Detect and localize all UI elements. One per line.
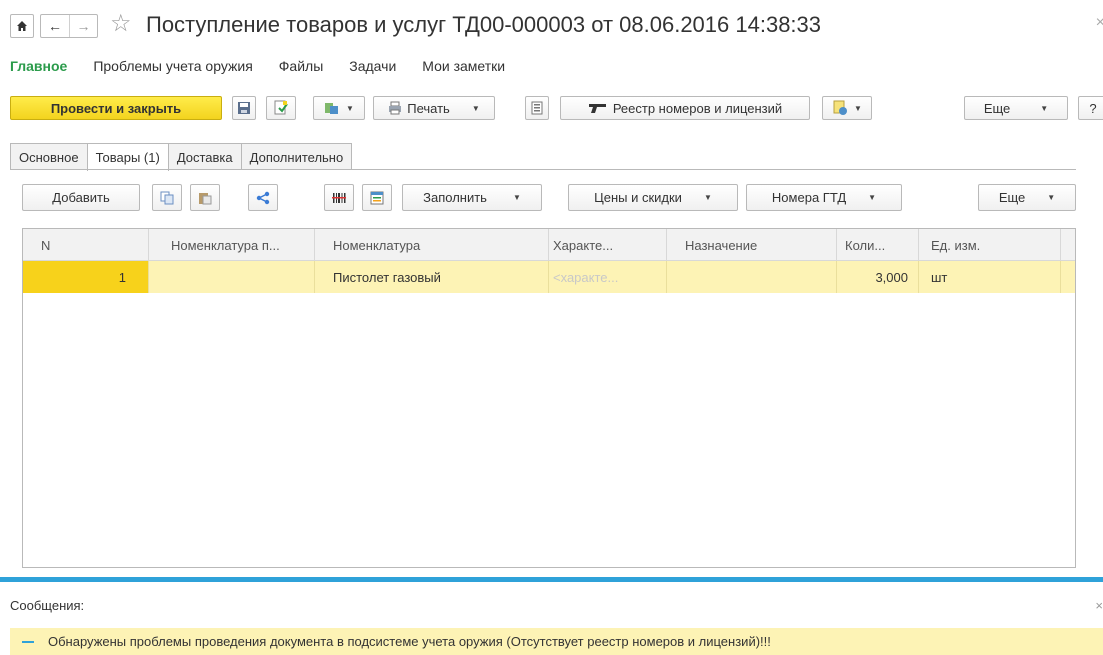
paste-icon [199, 192, 212, 204]
chevron-down-icon: ▼ [471, 103, 480, 113]
help-button[interactable]: ? [1078, 96, 1103, 120]
print-button[interactable]: Печать ▼ [373, 96, 495, 120]
post-document-icon [274, 100, 288, 115]
column-header-quantity[interactable]: Коли... [837, 229, 919, 261]
registry-button[interactable]: Реестр номеров и лицензий [560, 96, 810, 120]
fill-label: Заполнить [423, 190, 487, 205]
cell-purpose[interactable] [667, 261, 837, 293]
cell-unit[interactable]: шт [919, 261, 1061, 293]
cell-characteristic[interactable]: <характе... [549, 261, 667, 293]
prices-discounts-button[interactable]: Цены и скидки ▼ [568, 184, 738, 211]
more-button[interactable]: Еще ▼ [964, 96, 1068, 120]
message-text: Обнаружены проблемы проведения документа… [48, 634, 771, 649]
goods-more-label: Еще [998, 190, 1026, 205]
chevron-down-icon: ▼ [1047, 193, 1056, 202]
share-button[interactable] [248, 184, 278, 211]
section-main[interactable]: Главное [10, 58, 67, 74]
print-label: Печать [407, 100, 450, 116]
home-icon [17, 21, 27, 31]
close-icon[interactable]: × [1096, 14, 1103, 32]
attachment-icon [833, 100, 848, 115]
pistol-icon [588, 104, 606, 113]
form-tabs: Основное Товары (1) Доставка Дополнитель… [10, 143, 353, 171]
cell-quantity[interactable]: 3,000 [837, 261, 919, 293]
registry-label: Реестр номеров и лицензий [612, 100, 783, 116]
chevron-down-icon: ▼ [346, 103, 354, 113]
column-header-purpose[interactable]: Назначение [667, 229, 837, 261]
copy-icon [160, 191, 174, 204]
add-row-button[interactable]: Добавить [22, 184, 140, 211]
gtd-label: Номера ГТД [771, 190, 847, 205]
printer-icon [389, 101, 402, 115]
section-files[interactable]: Файлы [279, 58, 323, 74]
arrow-left-icon: ← [47, 18, 62, 34]
list-icon [531, 101, 543, 115]
create-based-icon [325, 103, 339, 114]
messages-splitter[interactable] [0, 577, 1103, 582]
tab-additional[interactable]: Дополнительно [240, 143, 353, 170]
section-tasks[interactable]: Задачи [349, 58, 396, 74]
share-icon [256, 191, 270, 204]
floppy-icon [238, 102, 250, 114]
chevron-down-icon: ▼ [854, 103, 862, 113]
barcode-button[interactable] [324, 184, 354, 211]
history-nav: ← → [40, 14, 98, 38]
star-icon[interactable]: ☆ [110, 10, 132, 38]
table-row[interactable]: 1 Пистолет газовый <характе... 3,000 шт [23, 261, 1075, 293]
attachments-button[interactable]: ▼ [822, 96, 872, 120]
chevron-down-icon: ▼ [868, 193, 877, 202]
home-button[interactable] [10, 14, 34, 38]
copy-row-button[interactable] [152, 184, 182, 211]
column-header-supplier-item[interactable]: Номенклатура п... [149, 229, 315, 261]
cell-supplier-item[interactable] [149, 261, 315, 293]
goods-more-button[interactable]: Еще ▼ [978, 184, 1076, 211]
save-button[interactable] [232, 96, 256, 120]
tab-main[interactable]: Основное [10, 143, 88, 170]
back-button[interactable]: ← [41, 15, 69, 37]
arrow-right-icon: → [76, 18, 91, 34]
chevron-down-icon: ▼ [512, 193, 521, 202]
gtd-numbers-button[interactable]: Номера ГТД ▼ [746, 184, 902, 211]
column-header-item[interactable]: Номенклатура [315, 229, 549, 261]
fill-button[interactable]: Заполнить ▼ [402, 184, 542, 211]
message-item[interactable]: Обнаружены проблемы проведения документа… [10, 628, 1103, 655]
table-header: N Номенклатура п... Номенклатура Характе… [23, 229, 1075, 261]
create-based-on-button[interactable]: ▼ [313, 96, 365, 120]
paste-button[interactable] [190, 184, 220, 211]
journal-button[interactable] [525, 96, 549, 120]
messages-close-icon[interactable]: × [1095, 598, 1103, 613]
cell-item[interactable]: Пистолет газовый [315, 261, 549, 293]
tab-delivery[interactable]: Доставка [167, 143, 242, 170]
title-bar: ← → ☆ Поступление товаров и услуг ТД00-0… [0, 0, 1103, 48]
prices-label: Цены и скидки [594, 190, 682, 205]
more-label: Еще [983, 100, 1011, 116]
forward-button[interactable]: → [68, 15, 97, 37]
column-header-characteristic[interactable]: Характе... [549, 229, 667, 261]
table-select-icon [370, 191, 384, 204]
tab-goods[interactable]: Товары (1) [86, 143, 169, 171]
dash-icon [22, 640, 34, 643]
goods-table[interactable]: N Номенклатура п... Номенклатура Характе… [22, 228, 1076, 568]
post-button[interactable] [266, 96, 296, 120]
chevron-down-icon: ▼ [1040, 103, 1049, 113]
chevron-down-icon: ▼ [703, 193, 712, 202]
column-header-unit[interactable]: Ед. изм. [919, 229, 1061, 261]
page-title: Поступление товаров и услуг ТД00-000003 … [146, 12, 822, 37]
barcode-icon [332, 192, 346, 203]
messages-title: Сообщения: [10, 598, 85, 613]
tabs-divider [10, 169, 1076, 170]
section-weapon-issues[interactable]: Проблемы учета оружия [93, 58, 252, 74]
post-and-close-button[interactable]: Провести и закрыть [10, 96, 222, 120]
cell-n[interactable]: 1 [23, 261, 149, 293]
selection-button[interactable] [362, 184, 392, 211]
column-header-n[interactable]: N [23, 229, 149, 261]
sections-nav: Главное Проблемы учета оружия Файлы Зада… [10, 58, 531, 74]
section-notes[interactable]: Мои заметки [422, 58, 505, 74]
form-toolbar: Провести и закрыть ▼ Печать ▼ Реестр ном… [0, 96, 1103, 122]
